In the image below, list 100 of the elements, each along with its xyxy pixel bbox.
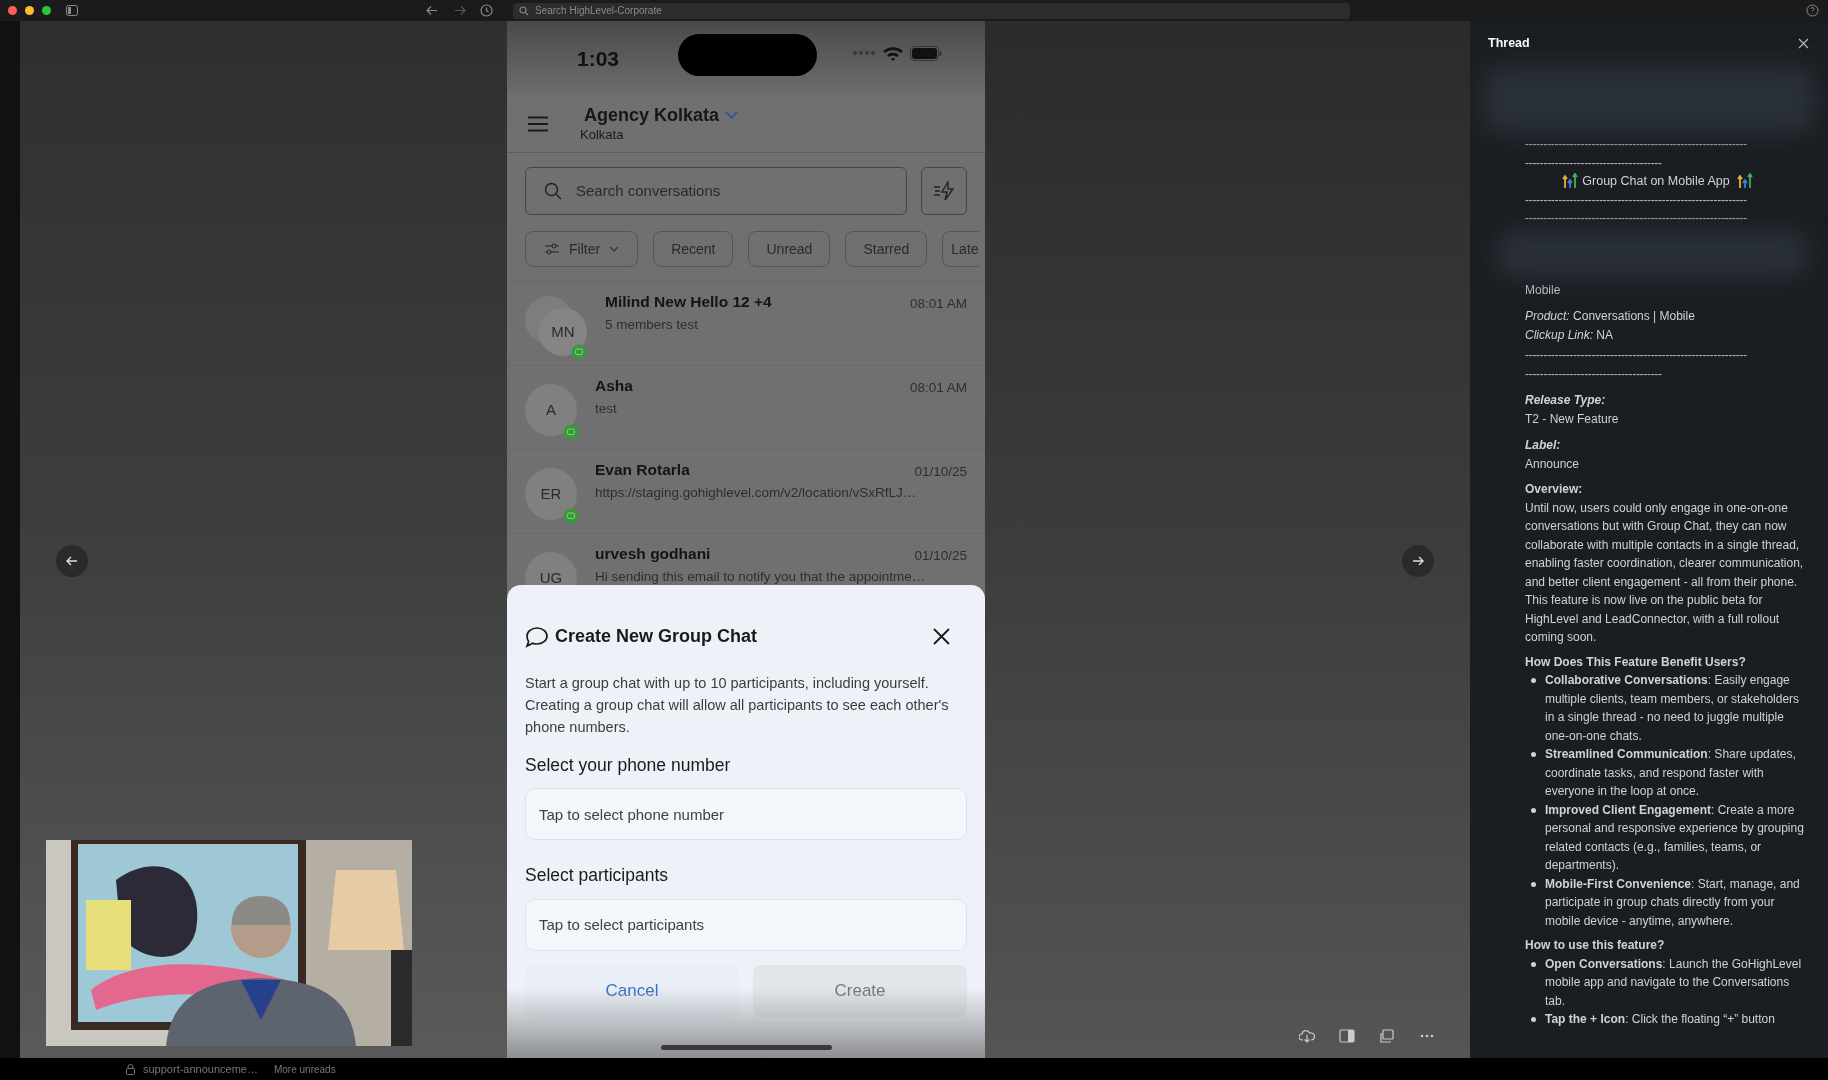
menu-icon[interactable] — [527, 115, 549, 132]
dialog-description: Start a group chat with up to 10 participants, including yourself. Creating a group chat will allow all participants to see each other's phone numbers. — [525, 674, 950, 737]
divider-text: ------------------------------------------------------------ — [1525, 191, 1748, 209]
message-time: 01/10/25 — [914, 463, 967, 481]
previous-button[interactable] — [56, 545, 88, 577]
lightning-icon — [933, 181, 955, 201]
search-field[interactable]: Search conversations — [525, 167, 907, 215]
divider-text: ------------------------------------- — [1525, 365, 1663, 383]
close-button[interactable] — [1796, 36, 1810, 50]
battery-icon — [910, 45, 942, 61]
lock-icon — [126, 1063, 135, 1075]
close-icon — [932, 628, 950, 645]
section-heading: Overview: — [1525, 481, 1584, 498]
message-preview: Hi sending this email to notify you that the appointme… — [595, 568, 926, 586]
sliders-icon — [544, 243, 560, 255]
panel-icon[interactable] — [1339, 1029, 1355, 1043]
bullet-icon — [1531, 1017, 1536, 1022]
list-item-text: Tap the + Icon: Click the floating “+” button — [1545, 1011, 1775, 1028]
message-text: Mobile — [1525, 281, 1562, 299]
search-placeholder: Search HighLevel-Corporate — [535, 6, 662, 16]
signal-icon — [852, 50, 876, 56]
copy-icon[interactable] — [1379, 1029, 1395, 1043]
download-icon[interactable] — [1299, 1029, 1315, 1043]
maximize-window-icon[interactable] — [42, 6, 51, 15]
close-icon — [1797, 37, 1809, 49]
divider-text: ------------------------------------------------------------ — [1525, 347, 1748, 364]
message-text: Product: Conversations | Mobile — [1525, 308, 1696, 325]
search-icon — [519, 6, 529, 16]
announcement-title: Group Chat on Mobile App — [1582, 173, 1730, 190]
field-label: Label: — [1525, 437, 1562, 454]
wifi-icon — [882, 45, 904, 61]
history-icon[interactable] — [480, 4, 493, 17]
divider-text: ------------------------------------------------------------ — [1525, 136, 1748, 153]
help-icon[interactable] — [1806, 4, 1819, 17]
field-value: Announce — [1525, 455, 1581, 473]
divider-text: ------------------------------------------------------------ — [1525, 210, 1748, 227]
list-item-text: Streamlined Communication: Share updates, coordinate tasks, and respond faster with everyone in the loop at once. — [1545, 746, 1797, 800]
search-icon — [544, 182, 562, 200]
message-time: 08:01 AM — [909, 295, 967, 313]
field-value: T2 - New Feature — [1525, 410, 1620, 428]
back-icon[interactable] — [426, 5, 438, 16]
message-time: 08:01 AM — [909, 379, 967, 397]
filter-button[interactable]: Filter — [525, 231, 639, 267]
contact-name: Asha — [595, 376, 633, 396]
search-field[interactable]: Search HighLevel-Corporate — [513, 3, 1350, 19]
conversation-row[interactable]: ER Evan Rotarla https://staging.gohighlevel.com/v2/location/vSxRfLJ… 01/10/25 — [507, 450, 985, 534]
message-text: Clickup Link: NA — [1525, 326, 1615, 344]
field-label: Select your phone number — [525, 754, 732, 777]
status-time: 1:03 — [577, 46, 620, 72]
right-arrow-icon — [1412, 555, 1424, 567]
paragraph-text: Until now, users could only engage in one-on-one conversations but with Group Chat, they can now collaborate with multiple contacts in a single thread, enabling faster coordination, clearer communication, and better client engagement - all from their phone. — [1525, 499, 1805, 591]
panel-title: Thread — [1488, 34, 1530, 52]
arrows-logo-icon — [1562, 173, 1579, 190]
paragraph-text: This feature is now live on the public beta for HighLevel and LeadConnector, with a full rollout coming soon. — [1525, 592, 1781, 646]
list-item-text: Open Conversations: Launch the GoHighLevel mobile app and navigate to the Conversations tab. — [1545, 955, 1803, 1010]
list-item-text: Improved Client Engagement: Create a more personal and responsive experience by grouping related contacts (e.g., families, teams, or departments). — [1545, 801, 1805, 874]
select-field[interactable]: Tap to select phone number — [525, 788, 967, 841]
avatar: ER — [525, 468, 577, 520]
chat-bubble-icon — [525, 625, 549, 648]
section-heading: How Does This Feature Benefit Users? — [1525, 653, 1747, 671]
filter-chip[interactable]: Late — [942, 231, 979, 267]
bullet-icon — [1531, 807, 1536, 813]
arrows-logo-icon — [1736, 173, 1753, 190]
filter-chip[interactable]: Recent — [653, 231, 734, 267]
next-button[interactable] — [1402, 545, 1434, 577]
left-arrow-icon — [66, 555, 78, 567]
bullet-icon — [1531, 678, 1536, 683]
close-window-icon[interactable] — [8, 6, 17, 15]
list-item-text: Mobile-First Convenience: Start, manage, and participate in group chats directly from your mobile device - anytime, anywhere. — [1545, 875, 1801, 930]
divider-text: ------------------------------------- — [1525, 154, 1663, 172]
message-preview: 5 members test — [605, 316, 699, 334]
conversation-row[interactable]: MN Milind New Hello 12 +4 5 members test 08:01 AM — [507, 282, 985, 366]
quick-filter-button[interactable] — [921, 167, 967, 215]
field-label: Select participants — [525, 864, 669, 888]
field-label: Release Type: — [1525, 392, 1607, 409]
sidebar-icon[interactable] — [66, 5, 78, 16]
bullet-icon — [1531, 752, 1536, 757]
filter-chip[interactable]: Starred — [845, 231, 928, 267]
section-heading: How to use this feature? — [1525, 937, 1666, 954]
cancel-button[interactable]: Cancel — [525, 964, 739, 1017]
bullet-icon — [1531, 961, 1536, 967]
dialog-title: Create New Group Chat — [555, 625, 758, 648]
conversation-row[interactable]: A Asha test 08:01 AM — [507, 366, 985, 450]
message-preview: test — [595, 400, 617, 418]
more-unreads-button[interactable]: More unreads — [273, 1061, 336, 1077]
location-name: Kolkata — [580, 125, 625, 144]
channel-name[interactable]: support-announceme… — [143, 1060, 258, 1078]
chevron-down-icon — [609, 246, 620, 252]
bullet-icon — [1531, 881, 1536, 887]
contact-name: Milind New Hello 12 +4 — [605, 292, 772, 312]
filter-chip[interactable]: Unread — [748, 231, 831, 267]
message-preview: https://staging.gohighlevel.com/v2/location/vSxRfLJ… — [595, 484, 917, 502]
message-time: 01/10/25 — [914, 547, 967, 565]
list-item-text: Collaborative Conversations: Easily engage multiple clients, team members, or stakeholders in a single thread - no need to juggle multiple one-on-one chats. — [1545, 672, 1801, 745]
contact-name: urvesh godhani — [595, 544, 711, 564]
minimize-window-icon[interactable] — [25, 6, 34, 15]
account-name[interactable]: Agency Kolkata — [584, 103, 720, 126]
contact-name: Evan Rotarla — [595, 460, 690, 480]
avatar: A — [525, 384, 577, 436]
select-field[interactable]: Tap to select participants — [525, 898, 967, 951]
